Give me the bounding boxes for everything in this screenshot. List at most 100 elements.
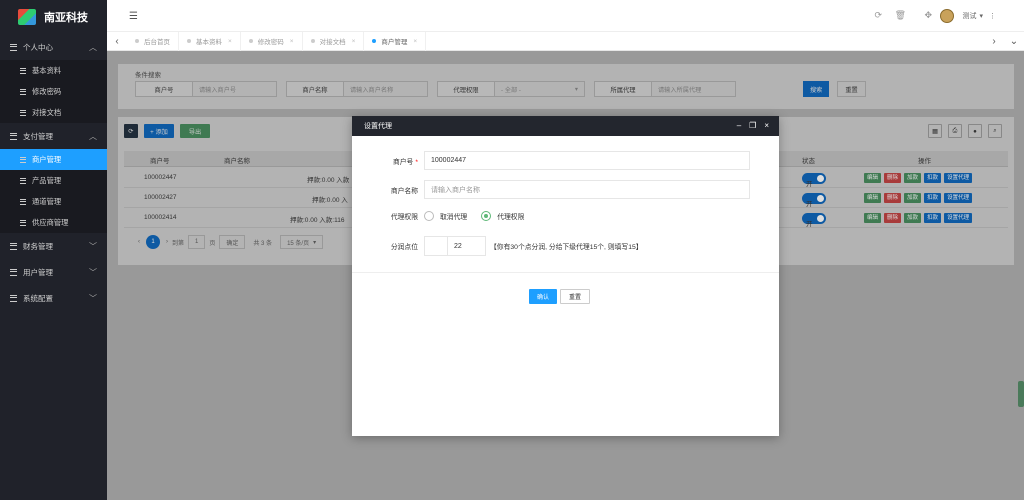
- minimize-icon[interactable]: –: [737, 121, 741, 130]
- maximize-icon[interactable]: ❐: [749, 121, 756, 130]
- menu-group-finance[interactable]: 财务管理 ﹀: [0, 233, 107, 259]
- reset-button[interactable]: 重置: [837, 81, 866, 97]
- rate-field[interactable]: 22: [448, 236, 486, 256]
- menu-group-payment[interactable]: 支付管理 ︿: [0, 123, 107, 149]
- field-label: 代理权限: [437, 81, 495, 97]
- page-confirm-button[interactable]: 确定: [219, 235, 246, 249]
- user-icon[interactable]: ●: [968, 124, 982, 138]
- menu-icon: [20, 177, 26, 184]
- delete-button[interactable]: 删除: [884, 193, 902, 203]
- field-label: 商户名称: [286, 81, 344, 97]
- search-field-merchant-no: 商户号 请输入商户号: [135, 81, 277, 97]
- tab-profile[interactable]: 基本资料 ×: [179, 31, 241, 51]
- menu-group-users[interactable]: 用户管理 ﹀: [0, 259, 107, 285]
- print-icon[interactable]: ⎙: [948, 124, 962, 138]
- shrink-menu-icon[interactable]: ☰: [129, 11, 138, 22]
- merchant-name-field[interactable]: 请输入商户名称: [424, 180, 750, 199]
- next-page-icon[interactable]: ›: [166, 239, 168, 245]
- close-icon[interactable]: ×: [413, 38, 417, 45]
- sidebar-item-products[interactable]: 产品管理: [0, 170, 107, 191]
- search-button[interactable]: 搜索: [803, 81, 830, 97]
- more-icon[interactable]: ⋮: [989, 12, 996, 20]
- logo-cube-icon: [18, 9, 36, 25]
- status-toggle[interactable]: 开: [802, 193, 826, 208]
- menu-group-system[interactable]: 系统配置 ﹀: [0, 285, 107, 311]
- confirm-button[interactable]: 确认: [529, 289, 558, 304]
- merchant-no-field[interactable]: 100002447: [424, 151, 750, 170]
- agent-input[interactable]: 请输入所属代理: [652, 81, 736, 97]
- sidebar-item-profile[interactable]: 基本资料: [0, 60, 107, 81]
- side-scroll-handle[interactable]: [1018, 381, 1024, 407]
- deduct-button[interactable]: 扣款: [924, 213, 942, 223]
- tab-scroll-right-icon[interactable]: ›: [984, 36, 1004, 47]
- set-agent-button[interactable]: 设置代理: [944, 193, 973, 203]
- menu-icon: [10, 132, 17, 140]
- add-funds-button[interactable]: 加款: [904, 193, 922, 203]
- set-agent-dialog: 设置代理 – ❐ × 商户号 * 100002447 商户名称 请输入商户名称 代…: [352, 116, 779, 436]
- tab-password[interactable]: 修改密码 ×: [241, 31, 303, 51]
- radio-grant-agent[interactable]: 代理权限: [481, 211, 524, 221]
- agent-perm-select[interactable]: - 全部 - ▾: [495, 81, 585, 97]
- menu-icon: [10, 268, 17, 276]
- dialog-reset-button[interactable]: 重置: [560, 289, 591, 304]
- edit-button[interactable]: 编辑: [864, 173, 882, 183]
- merchant-no-input[interactable]: 请输入商户号: [193, 81, 277, 97]
- field-label: 商户号: [135, 81, 193, 97]
- prev-page-icon[interactable]: ‹: [138, 239, 140, 245]
- search-row: 商户号 请输入商户号 商户名称 请输入商户名称 代理权限 - 全部 - ▾ 所属代理 请输…: [135, 81, 866, 97]
- pagination: ‹ 1 › 到第 1 页 确定 共 3 条 15 条/页 ▾: [138, 235, 327, 249]
- status-toggle[interactable]: 开: [802, 173, 826, 188]
- select-value: 15 条/页: [287, 240, 310, 247]
- sidebar-item-suppliers[interactable]: 供应商管理: [0, 212, 107, 233]
- tab-merchants[interactable]: 商户管理 ×: [364, 31, 427, 51]
- user-menu[interactable]: 测试 ▾ ⋮: [940, 9, 996, 23]
- per-page-select[interactable]: 15 条/页 ▾: [280, 235, 324, 249]
- chevron-up-icon: ︿: [89, 43, 97, 52]
- page-input[interactable]: 1: [188, 235, 206, 249]
- tab-options-icon[interactable]: ⌄: [1004, 36, 1024, 47]
- merchant-name-input[interactable]: 请输入商户名称: [344, 81, 428, 97]
- refresh-icon[interactable]: ⟳: [124, 124, 138, 138]
- edit-button[interactable]: 编辑: [864, 193, 882, 203]
- row-ops: 编辑 删除 加款 扣款 设置代理: [864, 173, 975, 183]
- menu-group-personal[interactable]: 个人中心 ︿: [0, 34, 107, 60]
- trash-icon[interactable]: 🗑: [895, 10, 906, 21]
- close-icon[interactable]: ×: [228, 38, 232, 45]
- close-icon[interactable]: ×: [290, 38, 294, 45]
- status-toggle[interactable]: 开: [802, 213, 826, 228]
- columns-icon[interactable]: ▦: [928, 124, 942, 138]
- tab-home[interactable]: 后台首页: [127, 31, 179, 51]
- tab-dot: [372, 39, 377, 43]
- set-agent-button[interactable]: 设置代理: [944, 213, 973, 223]
- add-funds-button[interactable]: 加款: [904, 213, 922, 223]
- delete-button[interactable]: 删除: [884, 173, 902, 183]
- delete-button[interactable]: 删除: [884, 213, 902, 223]
- menu-icon: [10, 242, 17, 250]
- cell-merchant-no: 100002447: [144, 174, 177, 181]
- close-icon[interactable]: ×: [352, 38, 356, 45]
- refresh-icon[interactable]: ⟳: [874, 10, 882, 21]
- page-current[interactable]: 1: [146, 235, 160, 249]
- tab-docs[interactable]: 对接文档 ×: [303, 31, 365, 51]
- radio-cancel-agent[interactable]: 取消代理: [424, 211, 467, 221]
- sidebar-item-password[interactable]: 修改密码: [0, 81, 107, 102]
- add-button[interactable]: + 添加: [144, 124, 174, 138]
- sidebar-item-channels[interactable]: 通道管理: [0, 191, 107, 212]
- deduct-button[interactable]: 扣款: [924, 173, 942, 183]
- tab-label: 商户管理: [381, 39, 408, 46]
- fullscreen-icon[interactable]: ✥: [924, 10, 932, 21]
- sidebar-item-merchants[interactable]: 商户管理: [0, 149, 107, 170]
- edit-button[interactable]: 编辑: [864, 213, 882, 223]
- export-button[interactable]: 导出: [180, 124, 210, 138]
- tab-dot: [135, 39, 139, 43]
- deduct-button[interactable]: 扣款: [924, 193, 942, 203]
- sidebar-item-docs[interactable]: 对接文档: [0, 102, 107, 123]
- search-icon[interactable]: ⌕: [988, 124, 1002, 138]
- close-icon[interactable]: ×: [764, 121, 769, 130]
- menu-group-label: 财务管理: [23, 241, 53, 251]
- tab-scroll-left-icon[interactable]: ‹: [107, 36, 127, 47]
- menu-icon: [20, 219, 26, 226]
- radio-label: 代理权限: [497, 214, 525, 221]
- add-funds-button[interactable]: 加款: [904, 173, 922, 183]
- set-agent-button[interactable]: 设置代理: [944, 173, 973, 183]
